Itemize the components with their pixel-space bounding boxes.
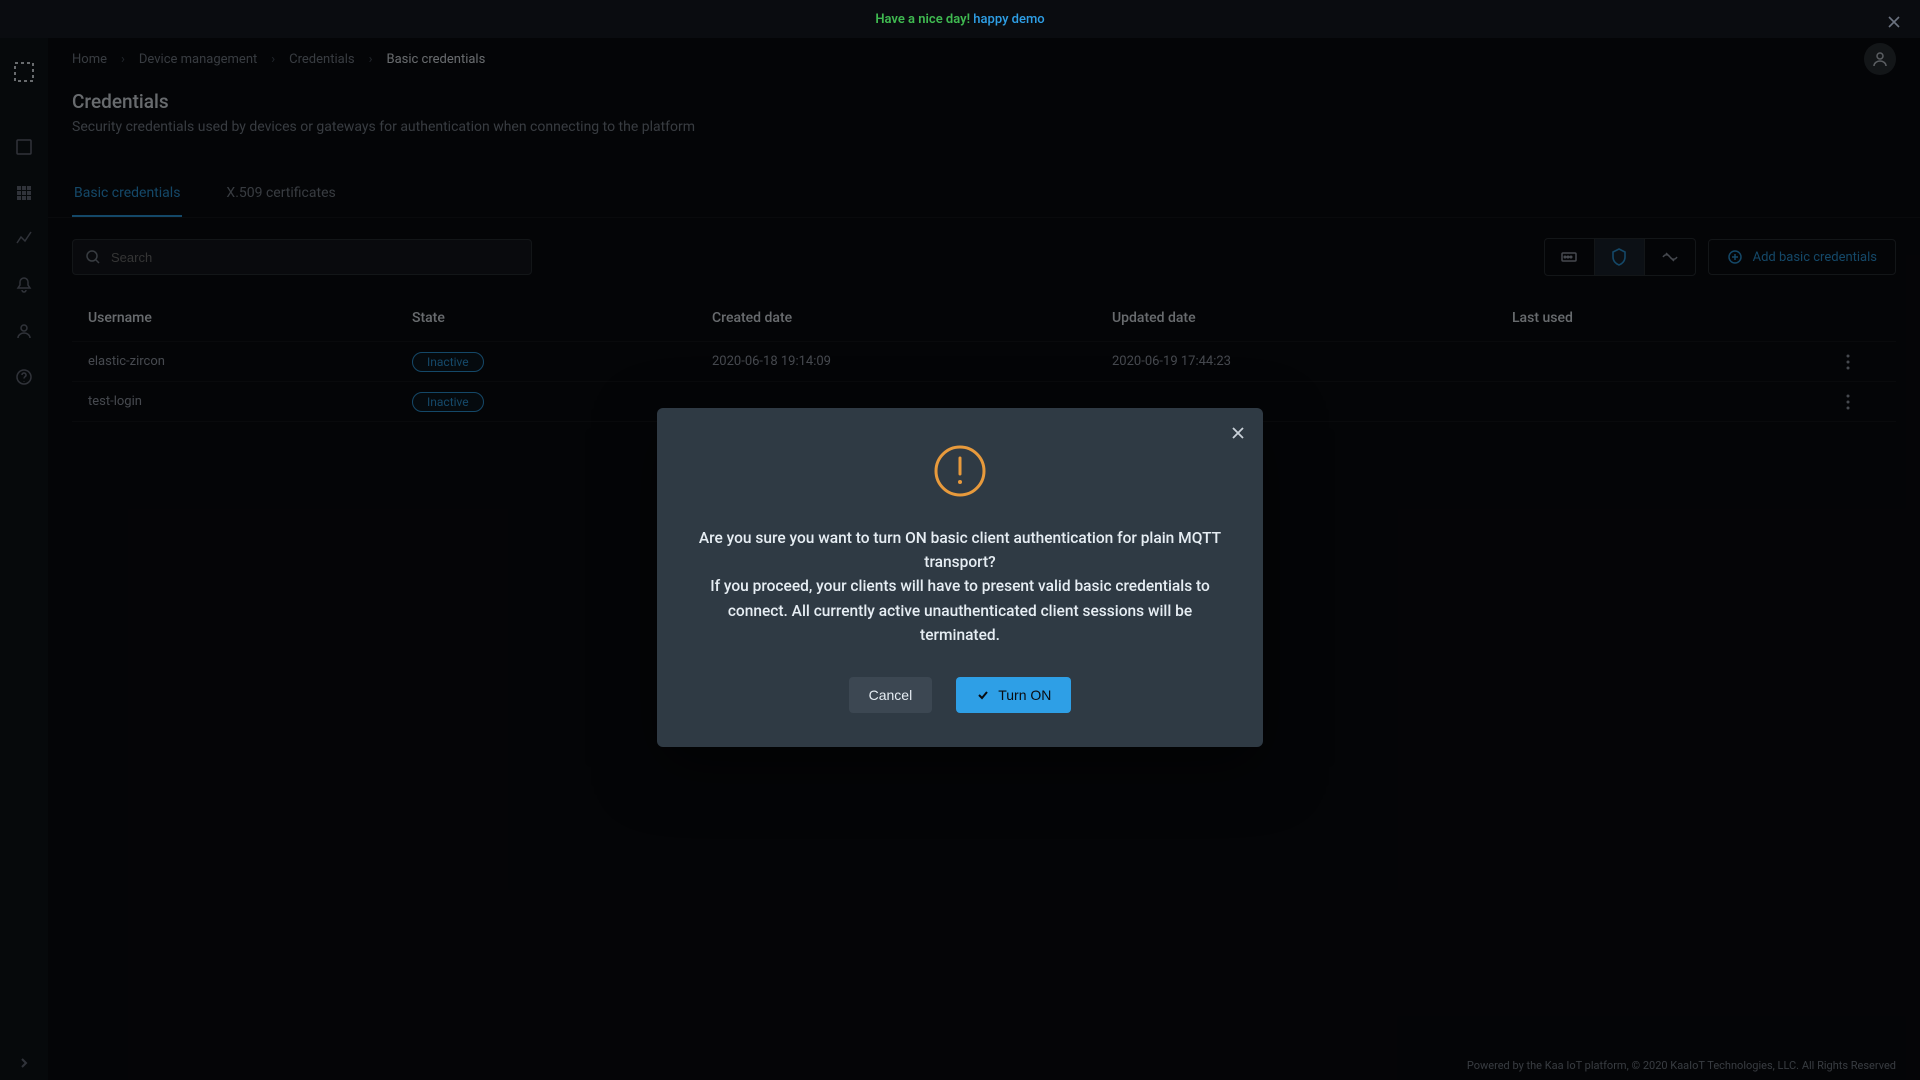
warning-icon <box>697 444 1223 498</box>
close-icon[interactable] <box>1886 14 1902 30</box>
dialog-line2: If you proceed, your clients will have t… <box>697 574 1223 647</box>
banner-greeting: Have a nice day! <box>875 12 970 27</box>
banner-link[interactable]: happy demo <box>973 12 1044 27</box>
dialog-line1: Are you sure you want to turn ON basic c… <box>697 526 1223 574</box>
dialog-actions: Cancel Turn ON <box>697 677 1223 713</box>
modal-overlay[interactable]: Are you sure you want to turn ON basic c… <box>0 38 1920 1080</box>
turn-on-label: Turn ON <box>998 687 1051 703</box>
cancel-button[interactable]: Cancel <box>849 677 933 713</box>
turn-on-button[interactable]: Turn ON <box>956 677 1071 713</box>
confirm-dialog: Are you sure you want to turn ON basic c… <box>657 408 1263 747</box>
dialog-message: Are you sure you want to turn ON basic c… <box>697 526 1223 647</box>
close-icon[interactable] <box>1229 424 1247 442</box>
check-icon <box>976 688 990 702</box>
top-banner: Have a nice day! happy demo <box>0 0 1920 38</box>
